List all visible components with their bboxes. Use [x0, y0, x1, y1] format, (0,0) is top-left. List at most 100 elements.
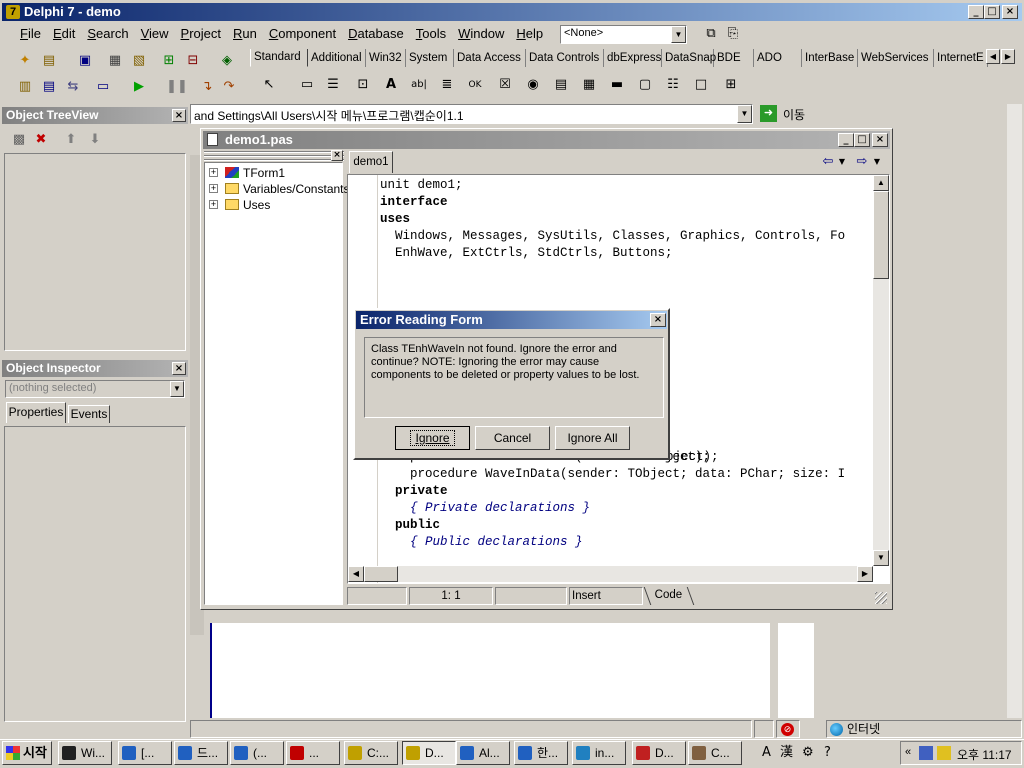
new-icon[interactable]: ✦: [14, 50, 36, 72]
inspector-object-selector[interactable]: (nothing selected) ▼: [5, 380, 185, 398]
editor-close-button[interactable]: ×: [872, 133, 888, 147]
code-hscrollbar[interactable]: ◀ ▶: [348, 566, 873, 582]
radiogroup-icon[interactable]: ☷: [662, 74, 684, 96]
treeview-new-icon[interactable]: ▩: [8, 129, 30, 151]
taskbar-item[interactable]: in...: [572, 741, 626, 765]
scroll-down-icon[interactable]: ▼: [873, 550, 889, 566]
move-down-icon[interactable]: ⬇: [84, 129, 106, 151]
scroll-up-icon[interactable]: ▲: [873, 175, 889, 191]
listbox-icon[interactable]: ▤: [550, 74, 572, 96]
code-explorer-close-button[interactable]: ×: [331, 150, 343, 161]
nav-forward-icon[interactable]: ⇨: [851, 151, 873, 173]
palette-tab-bde[interactable]: BDE: [714, 49, 754, 67]
pause-icon[interactable]: ❚❚: [166, 76, 188, 98]
chevron-down-icon[interactable]: ▼: [671, 26, 686, 43]
combobox-icon[interactable]: ▦: [578, 74, 600, 96]
radiobutton-icon[interactable]: ◉: [522, 74, 544, 96]
hanja-icon[interactable]: 漢: [780, 741, 793, 765]
scroll-left-icon[interactable]: ◀: [348, 566, 364, 582]
code-vscrollbar[interactable]: ▲ ▼: [873, 175, 889, 566]
step-over-icon[interactable]: ↷: [218, 76, 240, 98]
expand-icon[interactable]: +: [209, 184, 218, 193]
taskbar-item[interactable]: 드...: [174, 741, 228, 765]
hscroll-thumb[interactable]: [364, 566, 398, 582]
go-button[interactable]: ➜ 이동: [758, 104, 816, 124]
palette-tab-internete[interactable]: InternetE: [934, 49, 988, 67]
edit-icon[interactable]: ab|: [408, 74, 430, 96]
run-icon[interactable]: ▶: [128, 76, 150, 98]
cancel-button[interactable]: Cancel: [475, 426, 550, 450]
ignore-button[interactable]: Ignore: [395, 426, 470, 450]
taskbar-item[interactable]: D...: [402, 741, 456, 765]
explorer-item[interactable]: + Variables/Constants: [205, 181, 350, 197]
nav-back-dropdown-icon[interactable]: ▼: [836, 151, 848, 173]
move-up-icon[interactable]: ⬆: [60, 129, 82, 151]
palette-tab-webservices[interactable]: WebServices: [858, 49, 934, 67]
help-question-icon[interactable]: ?: [824, 741, 831, 765]
inspector-close-button[interactable]: ×: [172, 362, 186, 375]
scroll-right-icon[interactable]: ▶: [857, 566, 873, 582]
palette-tab-win32[interactable]: Win32: [366, 49, 406, 67]
taskbar-item[interactable]: 한...: [514, 741, 568, 765]
menu-project[interactable]: Project: [175, 24, 227, 44]
remove-file-icon[interactable]: ⊟: [182, 50, 204, 72]
component-selector[interactable]: <None> ▼: [560, 25, 687, 44]
new-form-icon[interactable]: ▭: [92, 76, 114, 98]
address-dropdown-icon[interactable]: ▼: [737, 105, 752, 123]
save-icon[interactable]: ▣: [74, 50, 96, 72]
trace-into-icon[interactable]: ↴: [196, 76, 218, 98]
taskbar-item[interactable]: C...: [688, 741, 742, 765]
tab-code[interactable]: Code: [643, 587, 695, 605]
label-icon[interactable]: A: [380, 74, 402, 96]
menu-window[interactable]: Window: [452, 24, 510, 44]
tab-properties[interactable]: Properties: [6, 402, 66, 423]
toggle-form-unit-icon[interactable]: ⇆: [62, 76, 84, 98]
actionlist-icon[interactable]: ⊞: [720, 74, 742, 96]
taskbar-item[interactable]: C:...: [344, 741, 398, 765]
inspector-dropdown-icon[interactable]: ▼: [170, 381, 184, 397]
address-bar[interactable]: and Settings\All Users\시작 메뉴\프로그램\캡순이1.1…: [190, 104, 753, 124]
treeview-delete-icon[interactable]: ✖: [30, 129, 52, 151]
menu-edit[interactable]: Edit: [47, 24, 81, 44]
expand-icon[interactable]: +: [209, 168, 218, 177]
scroll-thumb[interactable]: [873, 191, 889, 279]
menu-help[interactable]: Help: [510, 24, 549, 44]
menu-tools[interactable]: Tools: [410, 24, 452, 44]
menu-run[interactable]: Run: [227, 24, 263, 44]
mainmenu-icon[interactable]: ☰: [322, 74, 344, 96]
view-form-icon[interactable]: ▤: [38, 76, 60, 98]
clock[interactable]: 오후 11:17: [957, 746, 1012, 763]
right-scrollbar[interactable]: [1007, 104, 1022, 718]
palette-scroll-left-icon[interactable]: ◀: [986, 49, 1000, 64]
network-icon[interactable]: [919, 746, 933, 760]
input-mode-icon[interactable]: A: [762, 741, 771, 765]
taskbar-item[interactable]: (...: [230, 741, 284, 765]
explorer-item[interactable]: + TForm1: [205, 165, 342, 181]
volume-icon[interactable]: [937, 746, 951, 760]
add-file-icon[interactable]: ⊞: [158, 50, 180, 72]
taskbar-item[interactable]: [...: [118, 741, 172, 765]
open-icon[interactable]: ▤: [38, 50, 60, 72]
menu-component[interactable]: Component: [263, 24, 342, 44]
groupbox-icon[interactable]: ▢: [634, 74, 656, 96]
palette-tab-data-access[interactable]: Data Access: [454, 49, 526, 67]
taskbar-item[interactable]: ...: [286, 741, 340, 765]
palette-tab-datasnap[interactable]: DataSnap: [662, 49, 716, 67]
treeview-close-button[interactable]: ×: [172, 109, 186, 122]
palette-tab-ado[interactable]: ADO: [754, 49, 802, 67]
checkbox-icon[interactable]: ☒: [494, 74, 516, 96]
expand-icon[interactable]: +: [209, 200, 218, 209]
editor-maximize-button[interactable]: □: [854, 133, 870, 147]
nav-forward-dropdown-icon[interactable]: ▼: [871, 151, 883, 173]
palette-tab-dbexpress[interactable]: dbExpress: [604, 49, 662, 67]
palette-scroll-right-icon[interactable]: ▶: [1001, 49, 1015, 64]
save-all-icon[interactable]: ▦: [104, 50, 126, 72]
tray-expand-icon[interactable]: «: [905, 746, 911, 758]
popupmenu-icon[interactable]: ⊡: [352, 74, 374, 96]
taskbar-item[interactable]: Wi...: [58, 741, 112, 765]
taskbar-item[interactable]: Al...: [456, 741, 510, 765]
panel-icon[interactable]: □: [690, 74, 712, 96]
palette-tab-interbase[interactable]: InterBase: [802, 49, 858, 67]
minimize-button[interactable]: _: [968, 5, 984, 19]
editor-minimize-button[interactable]: _: [838, 133, 854, 147]
